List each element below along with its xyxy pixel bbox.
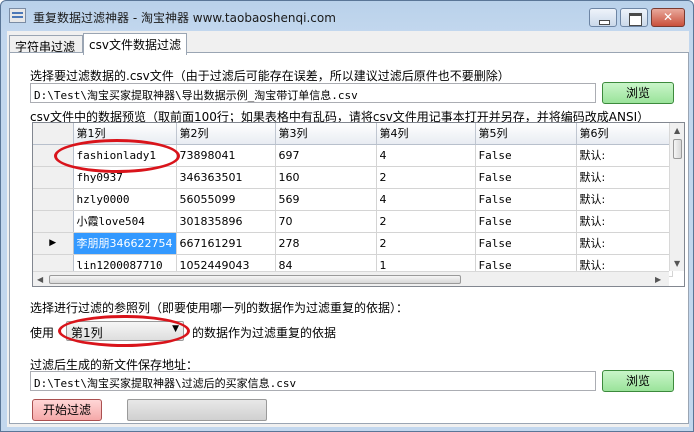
scroll-down-icon[interactable]: ▼ — [674, 259, 680, 268]
csv-filter-panel: 选择要过滤数据的.csv文件（由于过滤后可能存在误差，所以建议过滤后原件也不要删… — [9, 52, 689, 424]
table-cell[interactable]: 默认: — [576, 166, 673, 189]
table-cell[interactable]: 56055099 — [176, 188, 276, 211]
table-cell[interactable]: 73898041 — [176, 144, 276, 167]
app-window: 重复数据过滤神器 - 淘宝神器 www.taobaoshenqi.com 字符串… — [0, 0, 694, 432]
window-title: 重复数据过滤神器 - 淘宝神器 www.taobaoshenqi.com — [33, 11, 336, 25]
column-header[interactable]: 第4列 — [376, 123, 476, 145]
table-row[interactable]: ▶ 李朋朋346622754 667161291 278 2 False 默认: — [33, 232, 673, 255]
reference-label: 选择进行过滤的参照列（即要使用哪一列的数据作为过滤重复的依据）： — [30, 301, 409, 315]
table-cell[interactable]: 4 — [376, 144, 476, 167]
scroll-right-icon[interactable]: ▶ — [655, 275, 661, 284]
output-path-field[interactable]: D:\Test\淘宝买家提取神器\过滤后的买家信息.csv — [30, 371, 596, 391]
grid-vertical-scrollbar[interactable]: ▲ ▼ — [669, 123, 684, 271]
table-cell[interactable]: False — [475, 188, 577, 211]
reference-suffix-label: 的数据作为过滤重复的依据 — [192, 326, 337, 340]
table-cell[interactable]: 278 — [275, 232, 377, 255]
highlight-ellipse-column-header — [54, 139, 180, 173]
row-header[interactable]: ▶ — [33, 232, 74, 255]
row-header[interactable] — [33, 188, 74, 211]
table-cell[interactable]: 667161291 — [176, 232, 276, 255]
horizontal-scroll-thumb[interactable] — [49, 275, 461, 284]
use-label: 使用 — [30, 326, 55, 340]
highlight-ellipse-select — [58, 315, 190, 347]
column-header[interactable]: 第5列 — [475, 123, 577, 145]
table-cell[interactable]: 70 — [275, 210, 377, 233]
table-cell[interactable]: 2 — [376, 232, 476, 255]
table-cell[interactable]: 小霞love504 — [73, 210, 177, 233]
browse-csv-button[interactable]: 浏览 — [602, 82, 674, 104]
table-cell[interactable]: False — [475, 166, 577, 189]
table-cell[interactable]: 默认: — [576, 144, 673, 167]
table-cell[interactable]: 301835896 — [176, 210, 276, 233]
table-cell[interactable]: 2 — [376, 210, 476, 233]
table-cell[interactable]: 697 — [275, 144, 377, 167]
table-cell[interactable]: 默认: — [576, 188, 673, 211]
table-cell[interactable]: 李朋朋346622754 — [73, 232, 177, 255]
table-row[interactable]: 小霞love504 301835896 70 2 False 默认: — [33, 210, 673, 233]
table-cell[interactable]: 569 — [275, 188, 377, 211]
table-row[interactable]: hzly0000 56055099 569 4 False 默认: — [33, 188, 673, 211]
csv-path-field[interactable]: D:\Test\淘宝买家提取神器\导出数据示例_淘宝带订单信息.csv — [30, 83, 596, 103]
table-cell[interactable]: 2 — [376, 166, 476, 189]
scroll-left-icon[interactable]: ◀ — [37, 275, 43, 284]
table-cell[interactable]: 346363501 — [176, 166, 276, 189]
column-header[interactable]: 第3列 — [275, 123, 377, 145]
table-cell[interactable]: 160 — [275, 166, 377, 189]
column-header[interactable]: 第6列 — [576, 123, 673, 145]
title-bar[interactable]: 重复数据过滤神器 - 淘宝神器 www.taobaoshenqi.com — [1, 1, 693, 31]
scroll-up-icon[interactable]: ▲ — [674, 126, 680, 135]
filter-progress-bar — [127, 399, 267, 421]
close-button[interactable] — [651, 8, 685, 27]
table-cell[interactable]: 默认: — [576, 232, 673, 255]
table-cell[interactable]: False — [475, 144, 577, 167]
vertical-scroll-thumb[interactable] — [673, 139, 682, 159]
corner-cell — [33, 123, 74, 145]
minimize-button[interactable] — [589, 8, 617, 27]
file-select-label: 选择要过滤数据的.csv文件（由于过滤后可能存在误差，所以建议过滤后原件也不要删… — [30, 69, 510, 83]
row-header[interactable] — [33, 166, 74, 189]
grid-horizontal-scrollbar[interactable]: ◀ ▶ — [33, 271, 669, 286]
row-header[interactable] — [33, 210, 74, 233]
table-cell[interactable]: 默认: — [576, 210, 673, 233]
app-icon — [9, 8, 26, 23]
client-area: 字符串过滤 csv文件数据过滤 选择要过滤数据的.csv文件（由于过滤后可能存在… — [7, 31, 689, 427]
tab-csv-filter[interactable]: csv文件数据过滤 — [83, 33, 187, 55]
maximize-button[interactable] — [620, 8, 648, 27]
table-cell[interactable]: 4 — [376, 188, 476, 211]
table-cell[interactable]: hzly0000 — [73, 188, 177, 211]
browse-output-button[interactable]: 浏览 — [602, 370, 674, 392]
table-cell[interactable]: False — [475, 210, 577, 233]
start-filter-button[interactable]: 开始过滤 — [32, 399, 102, 421]
table-cell[interactable]: False — [475, 232, 577, 255]
column-header[interactable]: 第2列 — [176, 123, 276, 145]
